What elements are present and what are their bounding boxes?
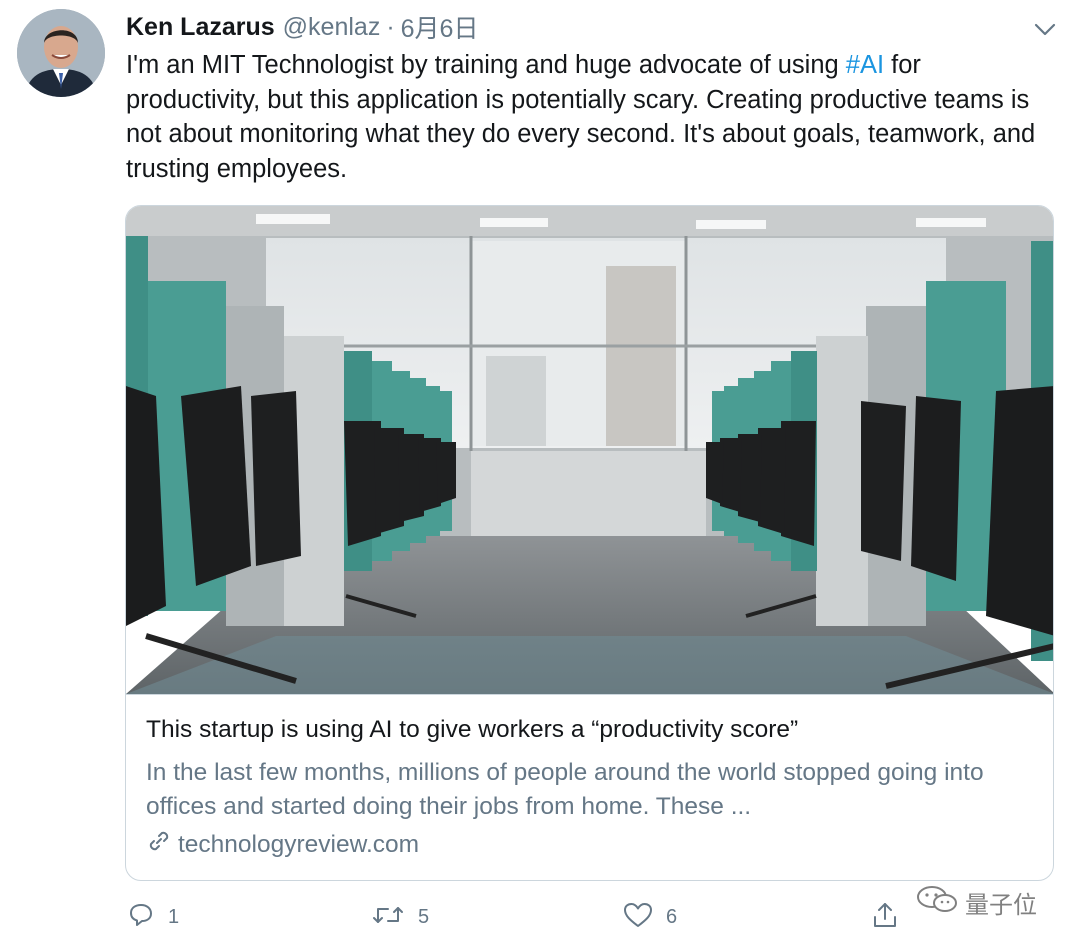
tweet-text: I'm an MIT Technologist by training and … [126,48,1046,186]
retweet-count: 5 [418,905,430,928]
hashtag-link[interactable]: #AI [846,51,884,79]
reply-count: 1 [168,905,180,928]
share-icon [870,899,900,936]
retweet-icon [370,900,406,935]
author-handle[interactable]: @kenlaz [283,13,381,42]
share-button[interactable] [870,897,900,937]
like-count: 6 [666,905,678,928]
author-avatar[interactable] [17,9,105,97]
author-name[interactable]: Ken Lazarus [126,13,275,42]
reply-button[interactable]: 1 [126,897,179,937]
heart-icon [622,900,654,935]
watermark-text: 量子位 [965,892,1037,919]
retweet-button[interactable]: 5 [370,897,429,937]
tweet-header: Ken Lazarus @kenlaz · 6月6日 [126,10,478,44]
tweet-date[interactable]: 6月6日 [401,9,479,45]
card-domain-text: technologyreview.com [178,830,420,858]
reply-icon [126,900,156,935]
wechat-logo-icon [915,884,959,921]
tweet-text-part: I'm an MIT Technologist by training and … [126,51,846,79]
card-image [126,206,1053,695]
like-button[interactable]: 6 [622,897,677,937]
card-domain: technologyreview.com [146,828,419,861]
link-preview-card[interactable]: This startup is using AI to give workers… [125,205,1054,881]
watermark: 量子位 [915,884,1037,921]
card-title: This startup is using AI to give workers… [146,716,799,743]
separator-dot: · [386,12,395,41]
chevron-down-icon[interactable] [1030,14,1060,44]
link-icon [146,828,172,861]
card-description: In the last few months, millions of peop… [146,759,984,820]
